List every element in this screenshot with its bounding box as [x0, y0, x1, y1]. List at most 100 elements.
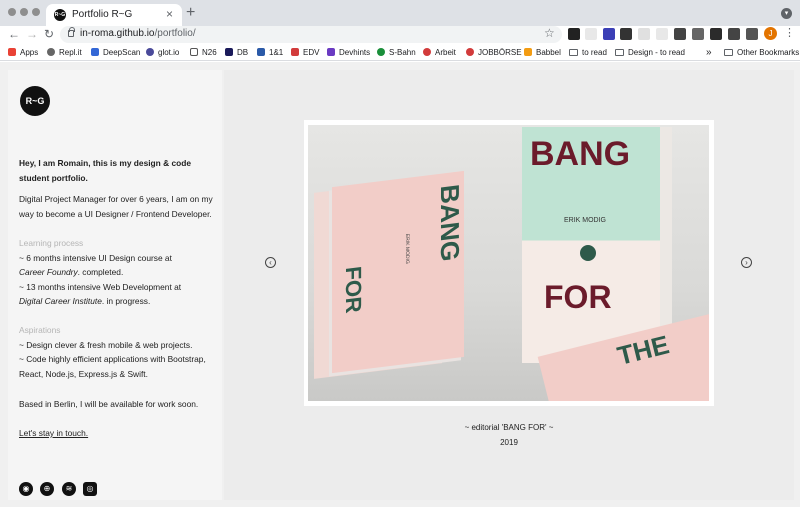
aspiration-item-2: ~ Code highly efficient applications wit… [19, 354, 206, 365]
extension-icon-6[interactable] [656, 28, 668, 40]
bookmark-label: S-Bahn [389, 47, 416, 57]
book-cover-left: BANG FOR ERIK MODIG [332, 170, 465, 374]
book-right-word-1: BANG [530, 135, 631, 173]
book-left-word-1: BANG [435, 182, 465, 264]
deepscan-icon [91, 48, 99, 56]
bookmark-jobboerse[interactable]: JOBBÖRSE [466, 46, 522, 58]
aspirations-section: Aspirations ~ Design clever & fresh mobi… [19, 323, 206, 381]
bio-line-2: way to become a UI Designer / Frontend D… [19, 208, 212, 219]
jobboerse-icon [466, 48, 474, 56]
bookmark-label: N26 [202, 47, 217, 57]
minimize-window-button[interactable] [20, 8, 28, 16]
lock-icon[interactable] [68, 27, 75, 37]
book-right-word-2: FOR [544, 279, 612, 315]
extension-icon-1[interactable] [568, 28, 580, 40]
learning-section: Learning process ~ 6 months intensive UI… [19, 236, 181, 309]
bookmarks-overflow-button[interactable]: » [706, 46, 712, 58]
address-bar[interactable]: in-roma.github.io/portfolio/ ☆ [60, 26, 562, 43]
school-name-2: Digital Career Institute [19, 296, 102, 307]
book-seal [580, 245, 596, 261]
bookmark-glot[interactable]: glot.io [146, 46, 179, 58]
bookmark-n26[interactable]: N26 [190, 46, 217, 58]
learning-item-1: ~ 6 months intensive UI Design course at [19, 252, 172, 263]
new-tab-button[interactable]: + [186, 4, 195, 22]
intro-line-1: Hey, I am Romain, this is my design & co… [19, 158, 192, 168]
arbeit-icon [423, 48, 431, 56]
bookmark-label: glot.io [158, 47, 180, 57]
other-bookmarks-folder[interactable]: Other Bookmarks [724, 46, 799, 58]
url-text[interactable]: in-roma.github.io/portfolio/ [80, 28, 196, 39]
bookmark-label: Arbeit [435, 47, 456, 57]
maximize-window-button[interactable] [32, 8, 40, 16]
contact-link[interactable]: Let's stay in touch. [19, 426, 88, 441]
status-2: . in progress. [101, 296, 151, 307]
bookmark-deepscan[interactable]: DeepScan [91, 46, 140, 58]
bookmark-arbeit[interactable]: Arbeit [423, 46, 456, 58]
bookmark-db[interactable]: DB [225, 46, 248, 58]
extension-icon-2[interactable] [585, 28, 597, 40]
extension-icon-3[interactable] [603, 28, 615, 40]
book-bottom-word: THE [614, 329, 673, 371]
instagram-icon[interactable]: ◎ [83, 482, 97, 496]
sbahn-icon [377, 48, 385, 56]
bookmark-devhints[interactable]: Devhints [327, 46, 370, 58]
project-image[interactable]: BANG FOR ERIK MODIG BANG ERIK MODIG FOR … [308, 125, 709, 401]
extension-icon-5[interactable] [638, 28, 650, 40]
bookmark-replit[interactable]: Repl.it [47, 46, 82, 58]
tab-strip: R~G Portfolio R~G × + ▾ [0, 0, 800, 26]
previous-arrow-icon[interactable]: ‹ [265, 257, 276, 268]
book-right-author: ERIK MODIG [564, 217, 607, 224]
extension-icon-8[interactable] [692, 28, 704, 40]
profile-avatar[interactable]: J [764, 27, 777, 40]
browser-menu-icon[interactable]: ⋮ [784, 26, 795, 39]
spotify-icon[interactable]: ≋ [62, 482, 76, 496]
learning-item-1-detail: Career Foundry. completed. [19, 265, 181, 280]
dribbble-icon[interactable]: ⊕ [40, 482, 54, 496]
bookmark-label: EDV [303, 47, 320, 57]
bookmark-label: JOBBÖRSE [478, 47, 522, 57]
tab-portfolio[interactable]: R~G Portfolio R~G × [46, 4, 182, 26]
bookmark-sbahn[interactable]: S-Bahn [377, 46, 416, 58]
tab-close-icon[interactable]: × [166, 7, 173, 21]
site-logo[interactable]: R~G [20, 86, 50, 116]
browser-window: R~G Portfolio R~G × + ▾ ← → ↻ in-roma.gi… [0, 0, 800, 507]
bookmark-label: DeepScan [103, 47, 141, 57]
tab-search-icon[interactable]: ▾ [781, 8, 792, 19]
bookmark-label: to read [582, 47, 607, 57]
bookmark-1und1[interactable]: 1&1 [257, 46, 283, 58]
project-gallery: ‹ › BANG FOR ERIK MODIG BANG ERIK MODIG … [224, 70, 794, 500]
reload-button[interactable]: ↻ [44, 27, 54, 41]
folder-icon [615, 48, 624, 56]
bookmark-edv[interactable]: EDV [291, 46, 319, 58]
github-icon[interactable]: ◉ [19, 482, 33, 496]
aspiration-item-1: ~ Design clever & fresh mobile & web pro… [19, 339, 193, 350]
extension-icon-4[interactable] [620, 28, 632, 40]
bookmark-folder-design[interactable]: Design - to read [615, 46, 685, 58]
reading-list-icon[interactable] [746, 28, 758, 40]
bookmark-label: Apps [20, 47, 39, 57]
next-arrow-icon[interactable]: › [741, 257, 752, 268]
extension-icon-9[interactable] [710, 28, 722, 40]
db-icon [225, 48, 233, 56]
bookmarks-bar: Apps Repl.it DeepScan glot.io N26 DB 1&1… [0, 43, 800, 61]
bookmark-babbel[interactable]: Babbel [524, 46, 561, 58]
status-1: . completed. [77, 267, 124, 278]
extensions-puzzle-icon[interactable] [728, 28, 740, 40]
back-button[interactable]: ← [8, 27, 20, 41]
forward-button[interactable]: → [26, 27, 38, 41]
aspirations-heading: Aspirations [19, 325, 61, 335]
apps-grid-icon [8, 48, 16, 56]
bio-text: Digital Project Manager for over 6 years… [19, 192, 213, 221]
bookmark-apps[interactable]: Apps [8, 46, 38, 58]
aspiration-item-2-cont: React, Node.js, Express.js & Swift. [19, 368, 148, 379]
extension-icon-7[interactable] [674, 28, 686, 40]
bookmark-label: Babbel [536, 47, 561, 57]
url-path: /portfolio/ [154, 28, 196, 39]
bookmark-label: DB [237, 47, 249, 57]
bookmark-star-icon[interactable]: ☆ [544, 26, 555, 40]
bookmark-folder-to-read[interactable]: to read [569, 46, 607, 58]
bookmark-label: 1&1 [269, 47, 284, 57]
url-host: in-roma.github.io [80, 28, 155, 39]
close-window-button[interactable] [8, 8, 16, 16]
replit-icon [47, 48, 55, 56]
